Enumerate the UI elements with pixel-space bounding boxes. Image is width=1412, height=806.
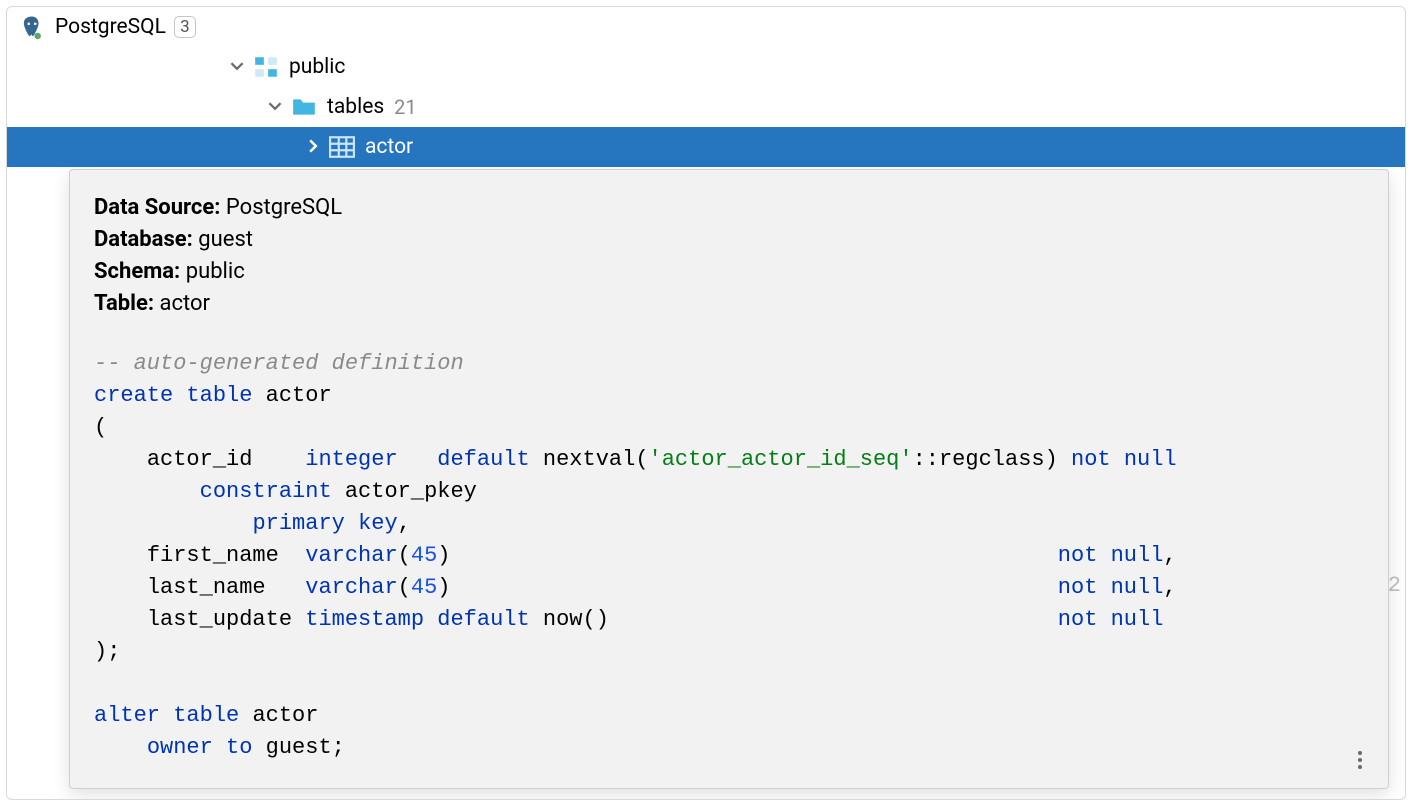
meta-label: Database: — [94, 227, 193, 252]
chevron-down-icon — [265, 88, 285, 126]
sql-keyword: to — [226, 735, 252, 760]
sql-keyword: not — [1058, 607, 1098, 632]
sql-ident: actor_pkey — [345, 479, 477, 504]
sql-keyword: constraint — [200, 479, 332, 504]
tree-label: tables — [327, 88, 384, 126]
sql-punct: ( — [398, 543, 411, 568]
sql-number: 45 — [411, 575, 437, 600]
tree-row-tables[interactable]: tables 21 — [7, 87, 1405, 127]
schema-icon — [253, 54, 279, 80]
sql-comment: -- auto-generated definition — [94, 351, 464, 376]
meta-label: Table: — [94, 291, 154, 316]
sql-punct: ( — [398, 575, 411, 600]
tree-row-schema[interactable]: public — [7, 47, 1405, 87]
meta-label: Data Source: — [94, 195, 220, 220]
sql-keyword: integer — [305, 447, 397, 472]
sql-ident: last_name — [147, 575, 266, 600]
sql-keyword: create — [94, 383, 173, 408]
meta-value: actor — [160, 291, 210, 316]
sql-punct: ) — [437, 575, 450, 600]
sql-ident: now() — [543, 607, 609, 632]
sql-punct: ; — [332, 735, 345, 760]
sql-ident: last_update — [147, 607, 292, 632]
sql-punct: ) — [437, 543, 450, 568]
sql-ident: actor_id — [147, 447, 253, 472]
sql-keyword: null — [1111, 543, 1164, 568]
sql-punct: , — [1163, 543, 1176, 568]
sql-ident: actor — [252, 703, 318, 728]
sql-string: 'actor_actor_id_seq' — [649, 447, 913, 472]
database-tree: PostgreSQL 3 public tables 21 — [7, 7, 1405, 167]
sql-keyword: varchar — [305, 575, 397, 600]
sql-keyword: timestamp — [305, 607, 424, 632]
sql-keyword: owner — [147, 735, 213, 760]
sql-keyword: null — [1124, 447, 1177, 472]
sql-punct: , — [1163, 575, 1176, 600]
sql-keyword: not — [1071, 447, 1111, 472]
sql-keyword: default — [437, 447, 529, 472]
sql-keyword: varchar — [305, 543, 397, 568]
sql-definition: -- auto-generated definition create tabl… — [94, 348, 1364, 764]
sql-keyword: key — [358, 511, 398, 536]
more-options-button[interactable] — [1348, 748, 1372, 772]
tree-label: PostgreSQL — [55, 8, 166, 46]
tree-label: public — [289, 48, 345, 86]
sql-keyword: table — [173, 703, 239, 728]
sql-keyword: default — [437, 607, 529, 632]
table-icon — [329, 134, 355, 160]
sql-keyword: not — [1058, 575, 1098, 600]
meta-value: guest — [198, 227, 253, 252]
sql-keyword: null — [1111, 575, 1164, 600]
quick-doc-popup: Data Source: PostgreSQL Database: guest … — [69, 169, 1389, 789]
meta-value: PostgreSQL — [226, 195, 342, 220]
folder-icon — [291, 94, 317, 120]
meta-value: public — [186, 259, 245, 284]
sql-keyword: not — [1058, 543, 1098, 568]
tables-count: 21 — [394, 88, 416, 126]
sql-ident: guest — [266, 735, 332, 760]
sql-keyword: table — [186, 383, 252, 408]
sql-punct: ( — [94, 415, 107, 440]
sql-keyword: primary — [252, 511, 344, 536]
sql-ident: nextval( — [543, 447, 649, 472]
meta-label: Schema: — [94, 259, 180, 284]
sql-keyword: alter — [94, 703, 160, 728]
datasource-badge: 3 — [174, 16, 196, 38]
chevron-right-icon — [303, 128, 323, 166]
postgresql-icon — [19, 14, 45, 40]
sql-ident: actor — [266, 383, 332, 408]
sql-ident: first_name — [147, 543, 279, 568]
tree-label: actor — [365, 128, 413, 166]
sql-number: 45 — [411, 543, 437, 568]
tree-row-datasource[interactable]: PostgreSQL 3 — [7, 7, 1405, 47]
quick-doc-meta: Data Source: PostgreSQL Database: guest … — [94, 192, 1364, 320]
sql-punct: ); — [94, 639, 120, 664]
sql-ident: ::regclass) — [913, 447, 1058, 472]
chevron-down-icon — [227, 48, 247, 86]
tree-row-table[interactable]: actor — [7, 127, 1405, 167]
sql-punct: , — [398, 511, 411, 536]
sql-keyword: null — [1111, 607, 1164, 632]
